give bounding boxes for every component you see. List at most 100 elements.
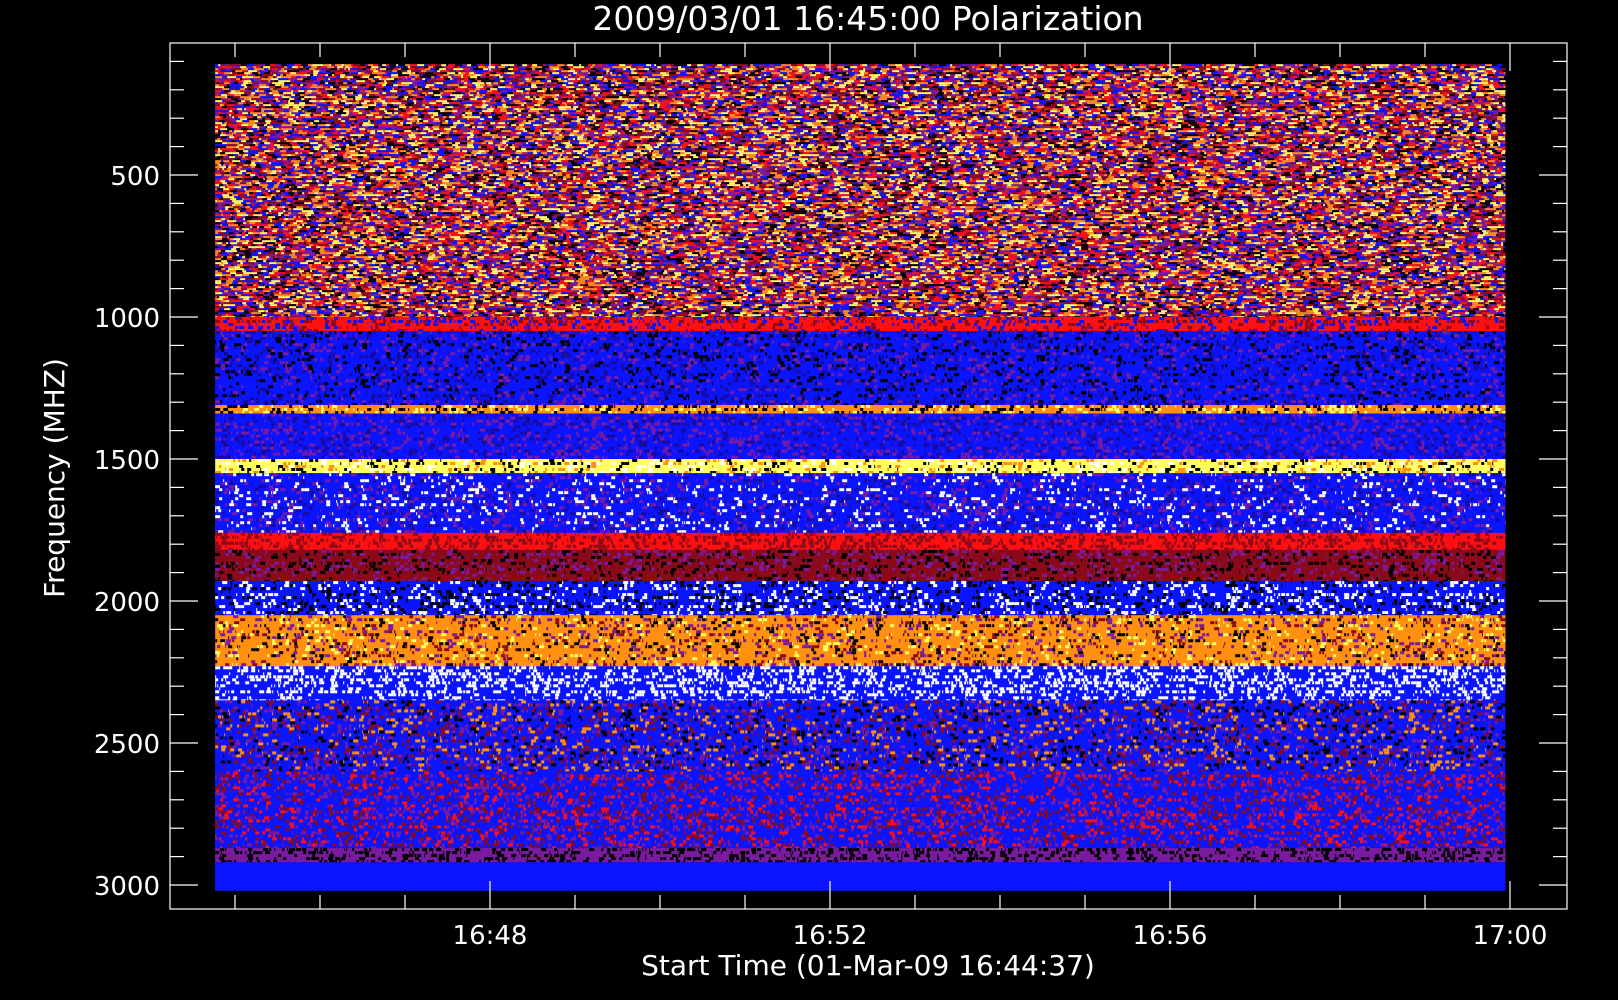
heatmap-cell <box>1038 66 1044 68</box>
heatmap-cell <box>976 68 982 70</box>
heatmap-cell <box>312 64 318 66</box>
heatmap-cell <box>626 68 628 70</box>
heatmap-cell <box>1342 68 1348 70</box>
heatmap-cell <box>1190 66 1192 68</box>
heatmap-cell <box>833 68 837 70</box>
heatmap-cell <box>718 66 724 68</box>
heatmap-cell <box>1035 64 1039 66</box>
heatmap-cell <box>1398 64 1402 66</box>
heatmap-cell <box>220 70 225 72</box>
heatmap-cell <box>879 68 881 70</box>
heatmap-cell <box>1384 64 1389 66</box>
heatmap-cell <box>476 66 478 68</box>
heatmap-cell <box>1377 66 1379 68</box>
heatmap-cell <box>1447 66 1454 68</box>
heatmap-cell <box>1231 64 1235 66</box>
heatmap-cell <box>1239 66 1246 68</box>
heatmap-cell <box>1204 64 1206 66</box>
heatmap-cell <box>974 66 977 68</box>
heatmap-cell <box>1502 64 1505 66</box>
heatmap-cell <box>638 68 644 70</box>
heatmap-cell <box>871 66 877 68</box>
heatmap-cell <box>1139 64 1143 66</box>
heatmap-cell <box>1375 66 1377 68</box>
heatmap-cell <box>666 66 669 68</box>
heatmap-cell <box>292 66 298 68</box>
heatmap-cell <box>1061 66 1064 68</box>
heatmap-cell <box>797 66 802 68</box>
heatmap-cell <box>952 68 955 70</box>
heatmap-cell <box>350 68 353 70</box>
heatmap-cell <box>305 66 311 68</box>
heatmap-cell <box>281 64 287 66</box>
heatmap-cell <box>303 68 306 70</box>
heatmap-cell <box>1226 64 1231 66</box>
heatmap-cell <box>977 66 980 68</box>
heatmap-cell <box>881 64 883 66</box>
heatmap-cell <box>1088 68 1094 70</box>
heatmap-cell <box>630 68 636 70</box>
heatmap-cell <box>567 64 573 66</box>
heatmap-cell <box>623 68 626 70</box>
heatmap-cell <box>435 64 441 66</box>
heatmap-cell <box>1359 64 1366 66</box>
heatmap-cell <box>532 68 535 70</box>
heatmap-cell <box>816 64 819 66</box>
heatmap-cell <box>847 64 853 66</box>
heatmap-cell <box>499 68 501 70</box>
heatmap-cell <box>545 64 548 66</box>
spectrogram-chart: 5001000150020002500300016:48 16:52 16:56 17… <box>0 0 1618 1000</box>
heatmap-cell <box>478 66 485 68</box>
heatmap-cell <box>1371 64 1378 66</box>
heatmap-cell <box>1078 64 1080 66</box>
heatmap-cell <box>248 68 254 70</box>
heatmap-cell <box>1342 66 1344 68</box>
heatmap-cell <box>745 64 748 66</box>
heatmap-cell <box>1249 66 1255 68</box>
heatmap-cell <box>501 68 508 70</box>
heatmap-cell <box>343 66 345 68</box>
heatmap-cell <box>1023 68 1027 70</box>
heatmap-cell <box>1268 64 1271 66</box>
heatmap-cell <box>351 64 353 66</box>
heatmap-cell <box>241 68 245 70</box>
heatmap-cell <box>485 64 489 66</box>
heatmap-cell <box>875 68 879 70</box>
heatmap-cell <box>950 66 955 68</box>
heatmap-cell <box>386 68 393 70</box>
heatmap-cell <box>1052 66 1058 68</box>
heatmap-cell <box>1165 66 1167 68</box>
heatmap-cell <box>422 66 424 68</box>
heatmap-cell <box>596 68 599 70</box>
heatmap-cell <box>408 66 410 68</box>
heatmap-cell <box>378 64 382 66</box>
heatmap-cell <box>425 68 427 70</box>
heatmap-cell <box>318 68 321 70</box>
heatmap-cell <box>1489 66 1495 68</box>
heatmap-cell <box>1011 66 1016 68</box>
heatmap-cell <box>699 68 704 70</box>
heatmap-cell <box>1199 64 1202 66</box>
heatmap-cell <box>1139 66 1146 68</box>
heatmap-cell <box>1431 66 1437 68</box>
heatmap-cell <box>1205 66 1212 68</box>
heatmap-cell <box>1219 68 1222 70</box>
heatmap-cell <box>505 66 508 68</box>
heatmap-cell <box>774 68 778 70</box>
heatmap-cell <box>1135 66 1139 68</box>
heatmap-cell <box>1018 64 1020 66</box>
heatmap-cell <box>1008 68 1015 70</box>
heatmap-cell <box>1234 68 1238 70</box>
heatmap-cell <box>226 66 232 68</box>
heatmap-cell <box>799 68 801 70</box>
heatmap-cell <box>959 64 961 66</box>
heatmap-cell <box>678 66 681 68</box>
heatmap-cell <box>815 68 822 70</box>
heatmap-cell <box>1044 64 1047 66</box>
heatmap-cell <box>1337 66 1340 68</box>
heatmap-cell <box>349 66 352 68</box>
heatmap-cell <box>279 70 284 72</box>
heatmap-cell <box>896 66 903 68</box>
heatmap-cell <box>532 64 537 66</box>
heatmap-cell <box>1121 66 1123 68</box>
